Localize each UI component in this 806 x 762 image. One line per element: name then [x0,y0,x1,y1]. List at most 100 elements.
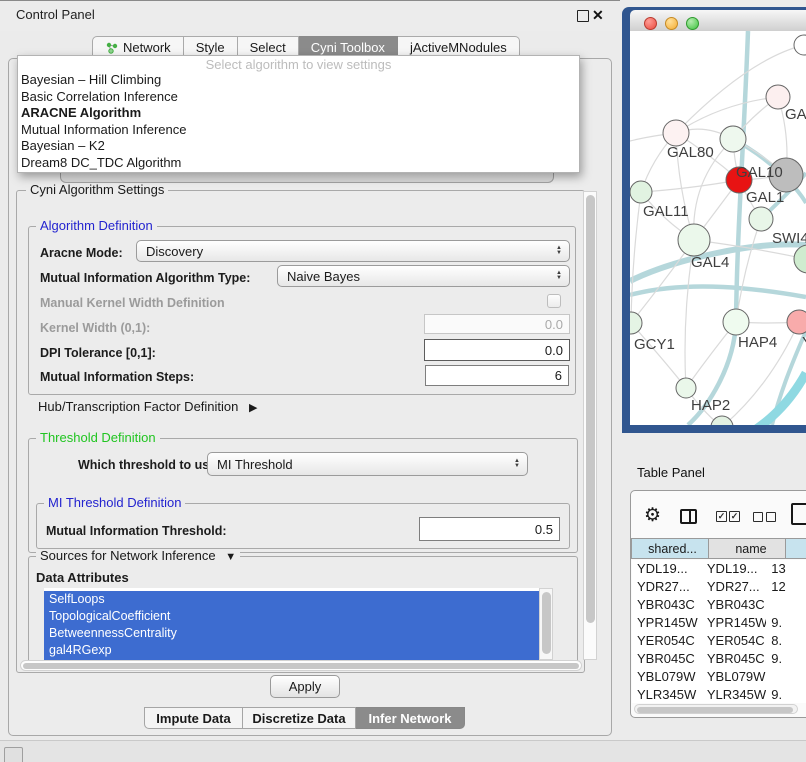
algorithm-option[interactable]: Bayesian – Hill Climbing [20,72,577,89]
float-panel-icon[interactable] [577,10,589,22]
attribute-item[interactable]: SelfLoops [44,591,539,608]
algorithm-option[interactable]: Bayesian – K2 [20,138,577,155]
network-edge [630,286,806,297]
mi-type-combobox[interactable]: Naive Bayes ▲▼ [277,265,570,287]
network-window-titlebar[interactable] [630,10,806,32]
bottom-strip [0,740,806,762]
network-node[interactable] [630,312,642,334]
settings-vscrollbar-thumb[interactable] [586,195,595,623]
node-label: HAP2 [691,397,730,414]
settings-hscrollbar-thumb[interactable] [23,663,579,670]
network-node[interactable] [794,35,806,55]
mi-type-value: Naive Bayes [287,269,360,284]
table-row[interactable]: YDL19...YDL19...13 [632,560,806,578]
zoom-window-icon[interactable] [686,17,699,30]
table-cell: 12 [766,578,806,596]
network-node[interactable] [711,416,733,425]
network-node[interactable] [663,120,689,146]
tab-discretize-data[interactable]: Discretize Data [243,707,356,729]
table-hscrollbar-thumb[interactable] [637,707,793,713]
sources-toggle[interactable]: Sources for Network Inference ▼ [36,549,240,564]
checked-box-icon[interactable]: ✓ [716,511,727,522]
table-cell: YLR345W [699,686,766,703]
mi-threshold-value: 0.5 [535,522,553,537]
table-cell: YBL079W [632,668,699,686]
node-label: GAL10 [736,164,783,181]
network-node[interactable] [676,378,696,398]
table-horizontal-scrollbar[interactable] [634,704,798,714]
algorithm-option[interactable]: Dream8 DC_TDC Algorithm [20,155,577,172]
attribute-item[interactable]: gal4RGexp [44,642,539,659]
table-column-header[interactable]: name [708,538,786,559]
close-window-icon[interactable] [644,17,657,30]
columns-icon[interactable] [680,509,697,524]
attributes-scrollbar-thumb[interactable] [542,592,551,654]
bottom-left-mini-button[interactable] [4,747,23,762]
table-row[interactable]: YPR145WYPR145W9. [632,614,806,632]
table-row[interactable]: YDR27...YDR27...12 [632,578,806,596]
attribute-item[interactable]: TopologicalCoefficient [44,608,539,625]
tab-infer-network[interactable]: Infer Network [356,707,465,729]
which-threshold-combobox[interactable]: MI Threshold ▲▼ [207,452,528,476]
control-panel-title: Control Panel [16,7,95,22]
network-node[interactable] [678,224,710,256]
table-row[interactable]: YBL079WYBL079W [632,668,806,686]
unchecked-box-icon[interactable] [766,512,776,522]
minimize-window-icon[interactable] [665,17,678,30]
network-node[interactable] [720,126,746,152]
table-cell [766,668,806,686]
table-column-header[interactable] [785,538,806,559]
kernel-width-field[interactable]: 0.0 [424,314,570,334]
attributes-vertical-scrollbar[interactable] [539,588,553,660]
algorithm-option[interactable]: Mutual Information Inference [20,122,577,139]
network-node[interactable] [749,207,773,231]
algorithm-option[interactable]: Basic Correlation Inference [20,89,577,106]
table-body: YDL19...YDL19...13YDR27...YDR27...12YBR0… [632,560,806,703]
mi-threshold-field[interactable]: 0.5 [419,517,560,541]
network-node[interactable] [630,181,652,203]
table-row[interactable]: YBR045CYBR045C9. [632,650,806,668]
network-tab-icon [105,41,118,54]
node-label: HAP4 [738,334,777,351]
data-attributes-list: SelfLoopsTopologicalCoefficientBetweenne… [44,591,539,660]
data-attributes-label: Data Attributes [36,570,129,585]
hub-definition-label: Hub/Transcription Factor Definition [38,399,238,414]
data-attributes-listbox[interactable]: SelfLoopsTopologicalCoefficientBetweenne… [44,588,553,660]
unchecked-box-icon[interactable] [753,512,763,522]
settings-horizontal-scrollbar[interactable] [20,660,582,671]
gear-icon[interactable]: ⚙ [644,504,661,527]
attribute-item[interactable]: BetweennessCentrality [44,625,539,642]
tab-impute-data[interactable]: Impute Data [144,707,243,729]
table-row[interactable]: YBR043CYBR043C [632,596,806,614]
close-panel-icon[interactable]: ✕ [592,8,604,22]
manual-kernel-checkbox[interactable] [547,294,561,308]
node-label: GAL [785,106,806,123]
hub-definition-toggle[interactable]: Hub/Transcription Factor Definition ▶ [38,399,257,414]
table-column-header[interactable]: shared... [631,538,709,559]
kernel-width-value: 0.0 [545,317,563,332]
dpi-tolerance-field[interactable]: 0.0 [424,339,570,361]
tab-infer-network-label: Infer Network [368,711,451,726]
table-cell: YDR27... [699,578,766,596]
table-cell: YLR345W [632,686,699,703]
table-row[interactable]: YER054CYER054C8. [632,632,806,650]
algorithm-option[interactable]: ARACNE Algorithm [20,105,577,122]
tab-network-label: Network [123,40,171,55]
mi-steps-field[interactable]: 6 [425,365,569,386]
network-node[interactable] [787,310,806,334]
apply-button-label: Apply [289,679,322,694]
network-node[interactable] [794,245,806,273]
apply-button[interactable]: Apply [270,675,340,698]
aracne-mode-combobox[interactable]: Discovery ▲▼ [136,240,570,262]
network-node[interactable] [723,309,749,335]
network-canvas[interactable]: GALGAL80GAL10GAL1GAL11SWI4GAL4GCY1HAP4YH… [630,31,806,425]
page-icon[interactable] [791,503,806,525]
table-row[interactable]: YLR345WYLR345W9. [632,686,806,703]
screen: Control Panel ✕ Network Style Select Cyn… [0,0,806,762]
tab-discretize-data-label: Discretize Data [252,711,345,726]
expand-right-icon: ▶ [249,402,257,414]
table-panel-title: Table Panel [637,465,705,480]
checked-box-icon[interactable]: ✓ [729,511,740,522]
settings-vertical-scrollbar[interactable] [583,191,597,660]
table-cell: YBR045C [632,650,699,668]
